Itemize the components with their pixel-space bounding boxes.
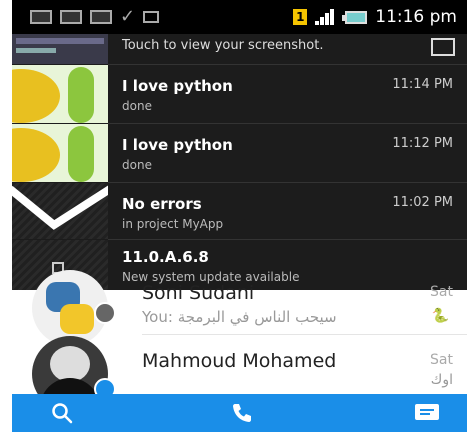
notification-subtitle: Touch to view your screenshot. [122, 38, 324, 53]
conversation-row[interactable]: Soni Sudani You: سيحب الناس في البرمجة S… [12, 270, 467, 346]
sim-icon: 1 [293, 9, 308, 25]
notification-time: 11:12 PM [392, 136, 453, 151]
screenshot-icon [30, 10, 52, 24]
status-icons-left: ✓ [30, 6, 160, 27]
contact-message: You: سيحب الناس في البرمجة [142, 308, 337, 326]
notification-subtitle: in project MyApp [122, 217, 224, 231]
python-thumbnail [12, 65, 108, 123]
status-icons-right: 1 11:16 pm [293, 0, 457, 34]
notification-time: 11:14 PM [392, 77, 453, 92]
contact-name: Mahmoud Mohamed [142, 350, 337, 372]
notification-python-1[interactable]: I love python done 11:14 PM [12, 65, 467, 123]
media-icon [60, 10, 82, 24]
python-thumbnail [12, 124, 108, 182]
notification-python-2[interactable]: I love python done 11:12 PM [12, 124, 467, 182]
signal-icon [315, 9, 337, 25]
conversation-row[interactable]: Mahmoud Mohamed Sat اوك [12, 336, 467, 412]
facebook-badge-icon [94, 302, 116, 324]
notification-subtitle: done [122, 158, 152, 172]
contact-date: Sat [430, 352, 453, 368]
contact-message: اوك [430, 372, 453, 388]
conversation-list: Soni Sudani You: سيحب الناس في البرمجة S… [12, 270, 467, 412]
notification-title: No errors [122, 195, 202, 213]
notification-subtitle: done [122, 99, 152, 113]
bottom-nav [12, 394, 467, 432]
notification-time: 11:02 PM [392, 195, 453, 210]
notification-title: I love python [122, 136, 233, 154]
contact-name: Soni Sudani [142, 282, 255, 304]
contact-date: Sat [430, 284, 453, 300]
phone-icon[interactable] [222, 394, 262, 432]
screenshot-thumbnail [12, 34, 108, 64]
image-icon [431, 38, 455, 56]
status-bar: ✓ 1 11:16 pm [12, 0, 467, 34]
media-icon-2 [90, 10, 112, 24]
square-icon [143, 11, 160, 23]
chevron-down-icon [12, 185, 108, 230]
check-icon: ✓ [120, 6, 136, 27]
notification-title: 11.0.A.6.8 [122, 248, 209, 266]
search-icon[interactable] [42, 394, 82, 432]
notification-screenshot[interactable]: Touch to view your screenshot. [12, 34, 467, 64]
notification-no-errors[interactable]: No errors in project MyApp 11:02 PM [12, 183, 467, 239]
python-small-icon: 🐍 [431, 308, 449, 324]
screen: ✓ 1 11:16 pm Touch to view your screensh… [0, 0, 467, 432]
app-thumbnail [12, 183, 108, 239]
notification-title: I love python [122, 77, 233, 95]
status-clock: 11:16 pm [375, 7, 457, 27]
message-icon[interactable] [407, 394, 447, 432]
notification-shade: Touch to view your screenshot. I love py… [12, 34, 467, 290]
battery-icon [342, 10, 368, 24]
